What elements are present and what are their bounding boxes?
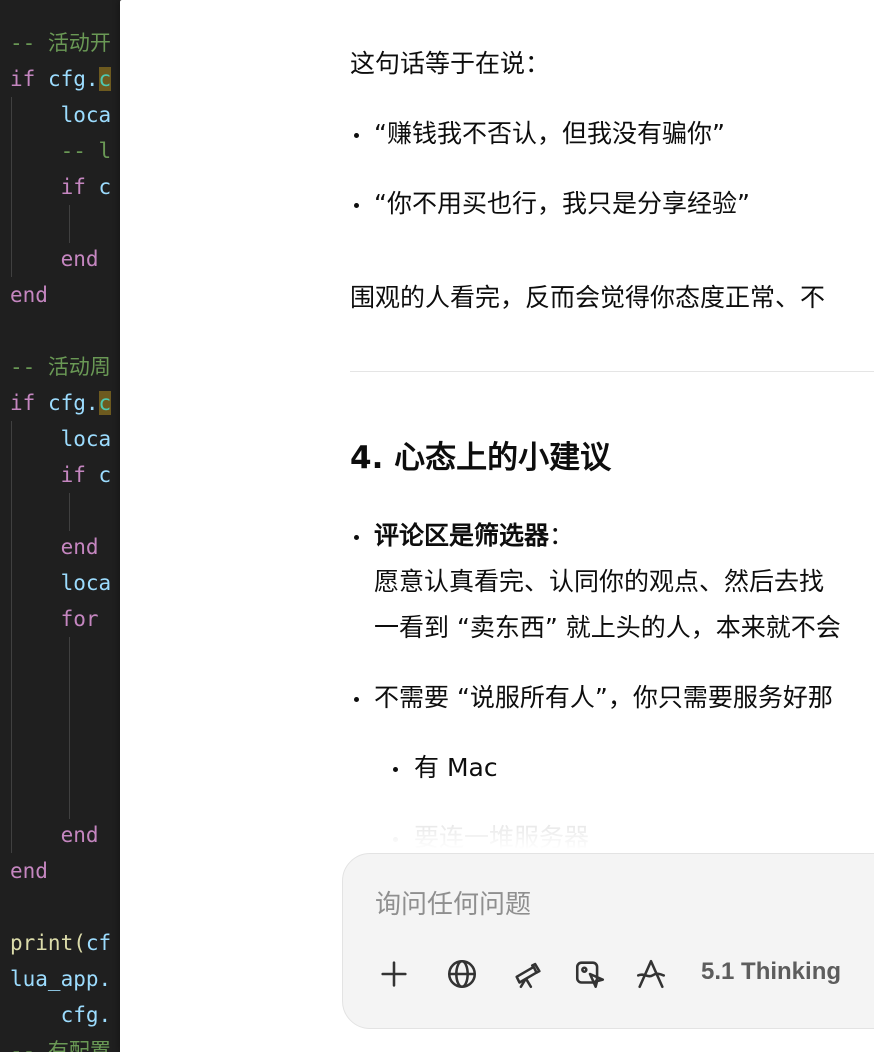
plus-icon[interactable]	[374, 954, 414, 994]
code-line: print(cf	[10, 931, 112, 955]
code-line: end	[60, 823, 99, 847]
indent-guide	[11, 421, 12, 853]
bullet-dot	[354, 697, 359, 702]
tip-1-title: 评论区是筛选器	[374, 521, 550, 550]
sub-item-1: 有 Mac	[414, 753, 498, 782]
code-line: -- l	[10, 139, 112, 163]
code-line: cfg.	[60, 1003, 112, 1027]
indent-guide	[69, 205, 70, 243]
section-divider	[350, 371, 874, 372]
code-editor[interactable]: -- 活动开 if cfg.c loca -- l if c end end -- 活…	[0, 0, 120, 1052]
telescope-icon[interactable]	[508, 954, 548, 994]
tip-1-title-line: 评论区是筛选器：	[374, 518, 874, 554]
quote-1: “赚钱我不否认，但我没有骗你”	[374, 119, 725, 148]
code-line: -- 有配置	[10, 1039, 111, 1052]
code-line: loca	[60, 103, 112, 127]
code-line: end	[10, 283, 48, 307]
bullet-dot	[354, 203, 359, 208]
quote-2: “你不用买也行，我只是分享经验”	[374, 189, 750, 218]
tip-1-line-1: 愿意认真看完、认同你的观点、然后去找	[374, 567, 825, 596]
code-line: end	[60, 247, 99, 271]
scroll-fade	[350, 790, 874, 850]
indent-guide	[69, 637, 70, 819]
prompt-input[interactable]: 询问任何问题	[375, 884, 531, 921]
canvas-pen-icon[interactable]	[631, 954, 671, 994]
observer-text: 围观的人看完，反而会觉得你态度正常、不	[350, 283, 826, 312]
globe-icon[interactable]	[442, 954, 482, 994]
code-line: if c	[60, 463, 112, 487]
code-line: loca	[60, 571, 112, 595]
indent-guide	[11, 97, 12, 277]
code-line: -- 活动周	[10, 355, 111, 379]
composer[interactable]: 询问任何问题 5.1 Thinking	[342, 853, 874, 1029]
image-edit-icon[interactable]	[570, 954, 610, 994]
tip-1-colon: ：	[549, 521, 575, 550]
model-selector[interactable]: 5.1 Thinking	[701, 958, 841, 986]
code-line: lua_app.	[10, 967, 112, 991]
bullet-dot	[354, 133, 359, 138]
code-line: -- 活动开	[10, 31, 111, 55]
bullet-dot	[393, 767, 398, 772]
chat-panel: 这句话等于在说： “赚钱我不否认，但我没有骗你” “你不用买也行，我只是分享经验…	[120, 0, 874, 1052]
intro-text: 这句话等于在说：	[350, 49, 551, 78]
code-line: loca	[60, 427, 112, 451]
section-heading: 4. 心态上的小建议	[350, 440, 612, 476]
tip-2: 不需要 “说服所有人”，你只需要服务好那	[374, 683, 833, 712]
tip-1-line-2: 一看到 “卖东西” 就上头的人，本来就不会	[374, 613, 841, 642]
code-line: for	[60, 607, 99, 631]
code-line: if cfg.c	[10, 391, 112, 415]
code-line: end	[10, 859, 48, 883]
indent-guide	[69, 493, 70, 531]
bullet-dot	[354, 535, 359, 540]
code-line: end	[60, 535, 99, 559]
code-line: if cfg.c	[10, 67, 112, 91]
code-line: if c	[60, 175, 112, 199]
